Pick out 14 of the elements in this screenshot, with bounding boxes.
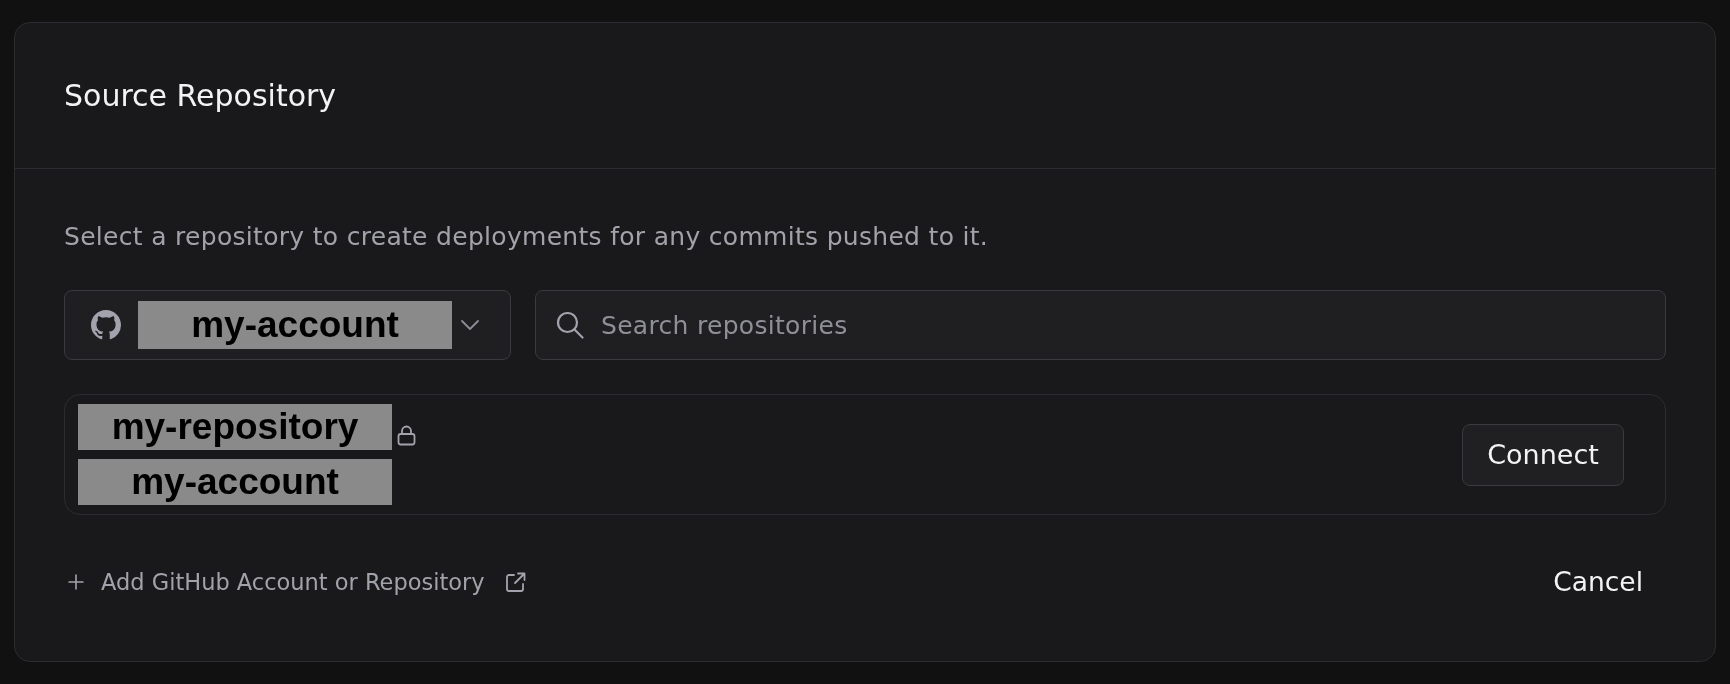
add-account-link[interactable]: Add GitHub Account or Repository (64, 560, 530, 604)
github-logo-icon (91, 310, 121, 340)
cancel-button[interactable]: Cancel (1530, 557, 1666, 607)
search-field[interactable]: Search repositories (535, 290, 1666, 360)
search-icon (556, 311, 584, 339)
connect-button[interactable]: Connect (1462, 423, 1624, 486)
dialog-title: Source Repository (64, 76, 337, 115)
chevron-down-icon (461, 320, 479, 330)
account-select[interactable]: my-account (64, 290, 511, 360)
plus-icon (68, 574, 84, 590)
external-link-icon (504, 571, 526, 593)
repository-name: my-repository (78, 404, 392, 450)
owner-name: my-account (78, 459, 392, 505)
description-text: Select a repository to create deployments for any commits pushed to it. (64, 221, 990, 253)
